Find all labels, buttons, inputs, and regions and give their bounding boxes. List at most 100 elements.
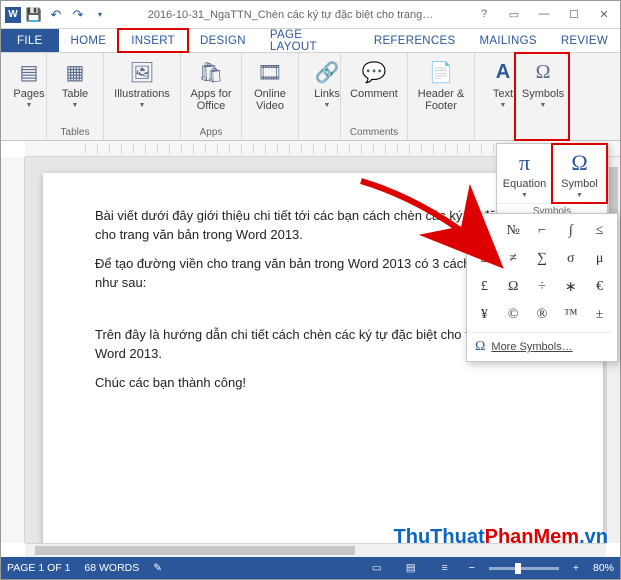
- tab-file[interactable]: FILE: [1, 29, 59, 52]
- proofing-icon[interactable]: ✎: [153, 562, 162, 574]
- chevron-down-icon: ▼: [500, 102, 507, 109]
- group-comments: 💬 Comment Comments: [341, 53, 408, 140]
- illustrations-button[interactable]: 🖼 Illustrations ▼: [108, 56, 176, 111]
- group-label: [479, 137, 510, 140]
- symbol-label: Symbol: [561, 178, 598, 190]
- redo-icon[interactable]: ↷: [69, 6, 87, 24]
- status-bar: PAGE 1 OF 1 68 WORDS ✎ ▭ ▤ ≡ − + 80%: [1, 557, 620, 579]
- tab-home[interactable]: HOME: [59, 29, 119, 52]
- group-apps: 🛍 Apps for Office Apps: [181, 53, 242, 140]
- symbol-glyph[interactable]: €: [586, 274, 613, 300]
- text-label: Text: [493, 88, 513, 100]
- zoom-out-icon[interactable]: −: [469, 562, 475, 574]
- maximize-icon[interactable]: ☐: [562, 8, 586, 21]
- pages-button[interactable]: ▤ Pages ▼: [5, 56, 53, 111]
- paragraph[interactable]: Chúc các bạn thành công!: [95, 374, 551, 393]
- symbol-glyph[interactable]: μ: [586, 246, 613, 272]
- view-print-icon[interactable]: ▤: [401, 560, 421, 576]
- symbol-glyph[interactable]: ⌐: [529, 218, 556, 244]
- symbols-button[interactable]: Ω Symbols ▼: [519, 56, 567, 111]
- watermark-part2: PhanMem: [485, 526, 579, 548]
- illustrations-label: Illustrations: [114, 88, 170, 100]
- symbol-glyph[interactable]: ≠: [500, 246, 527, 272]
- group-label: [412, 137, 470, 140]
- ribbon-insert: ▤ Pages ▼ ▦ Table ▼ Tables 🖼 Illustratio…: [1, 53, 620, 141]
- online-video-button[interactable]: 🎞 Online Video: [246, 56, 294, 114]
- symbol-glyph[interactable]: ∑: [529, 246, 556, 272]
- symbols-dropdown: π Equation ▼ Ω Symbol ▼ Symbols: [496, 143, 608, 222]
- online-video-label: Online Video: [254, 88, 286, 112]
- undo-icon[interactable]: ↶: [47, 6, 65, 24]
- symbol-glyph[interactable]: ∫: [557, 218, 584, 244]
- status-page[interactable]: PAGE 1 OF 1: [7, 562, 70, 574]
- comment-button[interactable]: 💬 Comment: [345, 56, 403, 102]
- equation-button[interactable]: π Equation ▼: [497, 144, 552, 203]
- view-web-icon[interactable]: ≡: [435, 560, 455, 576]
- symbol-glyph[interactable]: ≥: [471, 246, 498, 272]
- tab-insert[interactable]: INSERT: [118, 29, 188, 52]
- header-footer-button[interactable]: 📄 Header & Footer: [412, 56, 470, 114]
- group-label-apps: Apps: [185, 126, 237, 140]
- group-label: [519, 137, 564, 140]
- group-text: A Text ▼: [475, 53, 515, 140]
- qat-dropdown-icon[interactable]: ▾: [91, 6, 109, 24]
- symbol-glyph[interactable]: £: [471, 274, 498, 300]
- help-icon[interactable]: ?: [472, 8, 496, 21]
- group-label: [303, 137, 336, 140]
- tab-review[interactable]: REVIEW: [549, 29, 620, 52]
- zoom-thumb[interactable]: [515, 563, 521, 574]
- zoom-level[interactable]: 80%: [593, 562, 614, 574]
- zoom-in-icon[interactable]: +: [573, 562, 579, 574]
- group-header-footer: 📄 Header & Footer: [408, 53, 475, 140]
- word-app-icon: W: [5, 7, 21, 23]
- symbol-glyph[interactable]: Ω: [500, 274, 527, 300]
- chevron-down-icon: ▼: [72, 102, 79, 109]
- symbol-glyph[interactable]: ±: [586, 302, 613, 328]
- chevron-down-icon: ▼: [139, 102, 146, 109]
- scroll-thumb[interactable]: [35, 546, 355, 555]
- symbol-glyph[interactable]: ®: [529, 302, 556, 328]
- equation-label: Equation: [503, 178, 546, 190]
- symbol-glyph[interactable]: ∗: [557, 274, 584, 300]
- symbol-button[interactable]: Ω Symbol ▼: [552, 144, 607, 203]
- table-label: Table: [62, 88, 88, 100]
- group-tables: ▦ Table ▼ Tables: [47, 53, 104, 140]
- tab-design[interactable]: DESIGN: [188, 29, 258, 52]
- symbol-glyph[interactable]: ◊: [471, 218, 498, 244]
- watermark-part3: .vn: [579, 526, 608, 548]
- group-media: 🎞 Online Video: [242, 53, 299, 140]
- close-icon[interactable]: ✕: [592, 8, 616, 21]
- symbol-glyph[interactable]: ¥: [471, 302, 498, 328]
- vertical-ruler[interactable]: [1, 157, 25, 543]
- table-button[interactable]: ▦ Table ▼: [51, 56, 99, 111]
- links-icon: 🔗: [313, 58, 341, 86]
- save-icon[interactable]: 💾: [25, 6, 43, 24]
- tab-references[interactable]: REFERENCES: [362, 29, 468, 52]
- apps-icon: 🛍: [197, 58, 225, 86]
- symbol-glyph[interactable]: ÷: [529, 274, 556, 300]
- group-label-tables: Tables: [51, 126, 99, 140]
- apps-button[interactable]: 🛍 Apps for Office: [185, 56, 237, 114]
- symbol-glyph[interactable]: ™: [557, 302, 584, 328]
- group-label: [246, 137, 294, 140]
- ribbon-display-icon[interactable]: ▭: [502, 8, 526, 21]
- more-symbols-item[interactable]: Ω More Symbols…: [471, 332, 613, 357]
- omega-icon: Ω: [475, 339, 485, 355]
- title-bar: W 💾 ↶ ↷ ▾ 2016-10-31_NgaTTN_Chèn các ký …: [1, 1, 620, 29]
- watermark-part1: ThuThuat: [394, 526, 485, 548]
- symbol-glyph[interactable]: №: [500, 218, 527, 244]
- more-symbols-label: More Symbols…: [491, 341, 572, 353]
- chevron-down-icon: ▼: [324, 102, 331, 109]
- view-read-icon[interactable]: ▭: [367, 560, 387, 576]
- chevron-down-icon: ▼: [576, 192, 583, 199]
- table-icon: ▦: [61, 58, 89, 86]
- symbol-glyph[interactable]: σ: [557, 246, 584, 272]
- zoom-slider[interactable]: [489, 567, 559, 570]
- minimize-icon[interactable]: —: [532, 8, 556, 21]
- symbol-glyph[interactable]: ©: [500, 302, 527, 328]
- watermark: ThuThuatPhanMem.vn: [394, 526, 608, 549]
- tab-mailings[interactable]: MAILINGS: [467, 29, 548, 52]
- tab-page-layout[interactable]: PAGE LAYOUT: [258, 29, 362, 52]
- status-words[interactable]: 68 WORDS: [84, 562, 139, 574]
- symbol-glyph[interactable]: ≤: [586, 218, 613, 244]
